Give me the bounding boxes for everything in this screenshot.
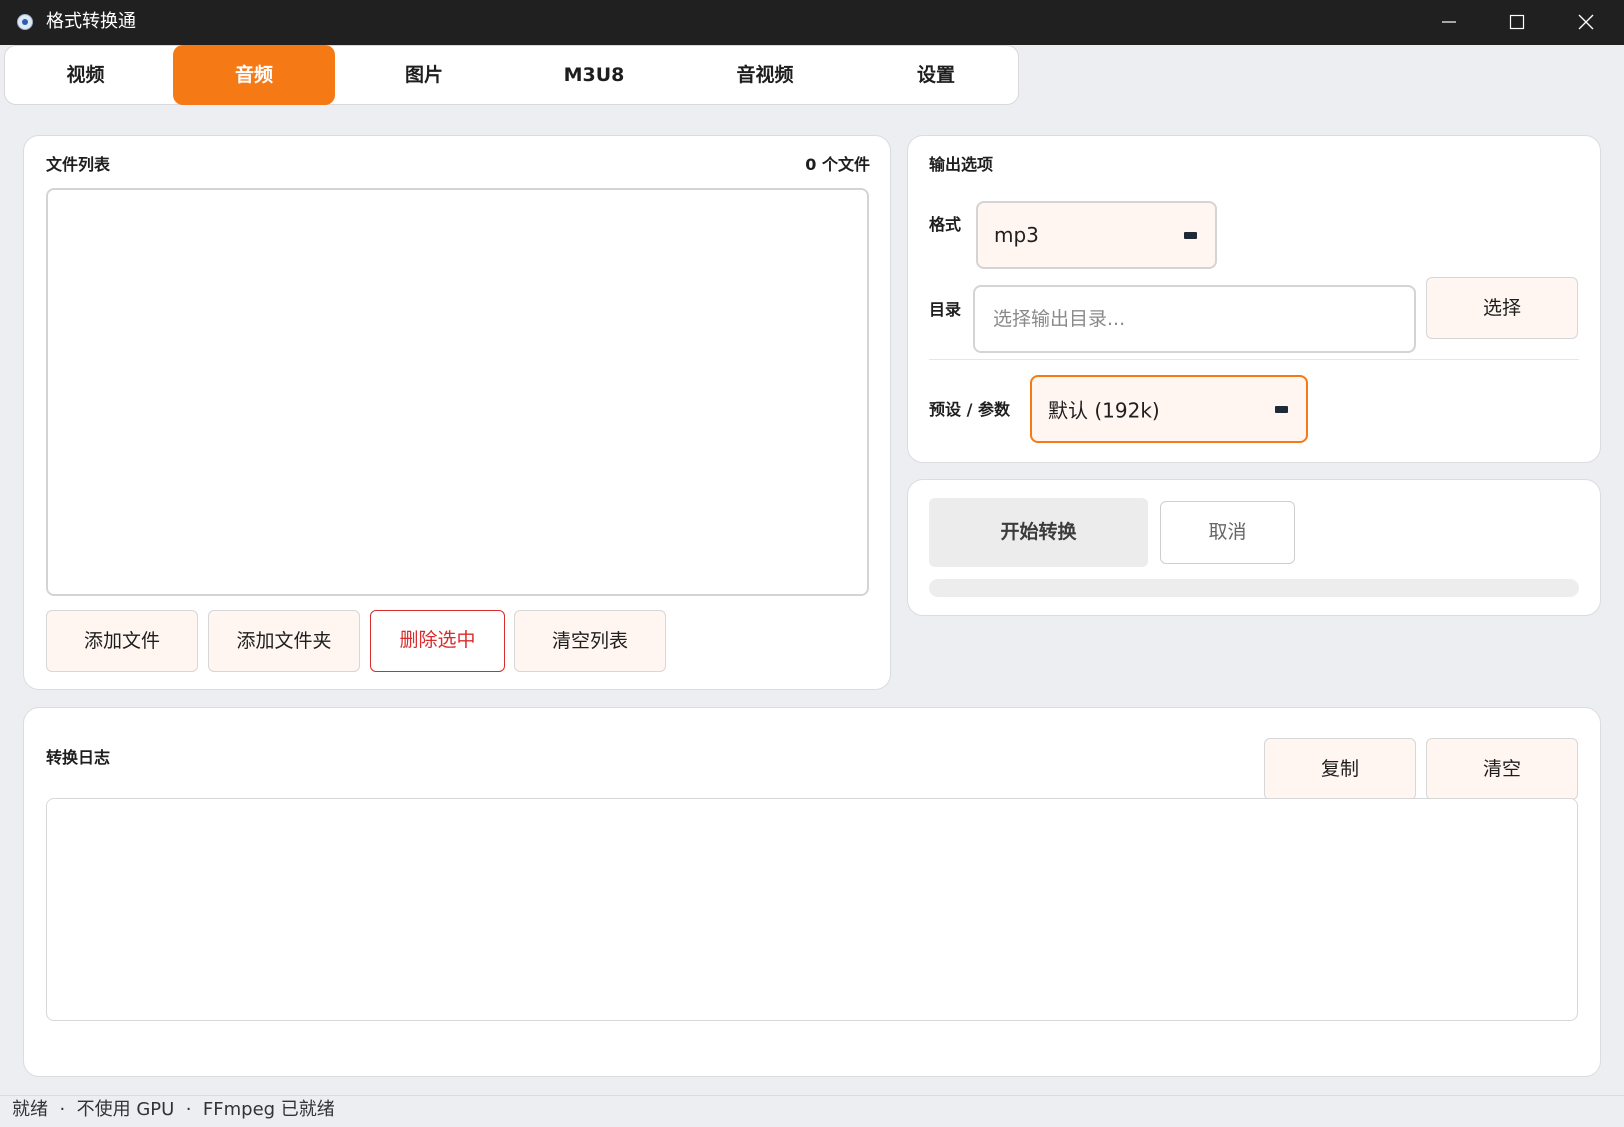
output-dir-field[interactable] [973,285,1416,353]
file-count: 0 个文件 [805,155,870,174]
chevron-down-icon [1184,232,1197,239]
maximize-button[interactable] [1484,0,1550,45]
close-button[interactable] [1553,0,1619,45]
tab-m3u8[interactable]: M3U8 [509,45,679,105]
preset-value: 默认 (192k) [1048,398,1160,423]
format-label: 格式 [929,215,962,234]
dir-label: 目录 [929,300,962,319]
close-icon [1578,14,1594,30]
app-icon [17,14,33,30]
tab-audio-video[interactable]: 音视频 [679,45,851,105]
minimize-button[interactable] [1416,0,1482,45]
status-text: 就绪 · 不使用 GPU · FFmpeg 已就绪 [12,1099,335,1120]
chevron-down-icon [1275,406,1288,413]
add-folder-button[interactable]: 添加文件夹 [208,610,360,672]
file-list-title: 文件列表 [46,155,111,174]
clear-list-button[interactable]: 清空列表 [514,610,666,672]
file-list-box[interactable] [46,188,869,596]
format-value: mp3 [994,223,1039,247]
output-options-title: 输出选项 [929,155,994,174]
preset-label: 预设 / 参数 [929,400,1010,419]
choose-dir-button[interactable]: 选择 [1426,277,1578,339]
progress-bar [929,579,1579,597]
window-title: 格式转换通 [46,11,136,32]
output-dir-input[interactable] [975,287,1414,351]
format-select[interactable]: mp3 [976,201,1217,269]
tab-video[interactable]: 视频 [4,45,167,105]
maximize-icon [1509,14,1525,30]
status-divider [0,1095,1624,1096]
divider [929,359,1579,360]
log-title: 转换日志 [46,748,111,767]
tab-image[interactable]: 图片 [339,45,509,105]
minimize-icon [1442,21,1456,23]
title-bar [0,0,1624,45]
tab-audio[interactable]: 音频 [173,45,335,105]
clear-log-button[interactable]: 清空 [1426,738,1578,800]
preset-select[interactable]: 默认 (192k) [1030,375,1308,443]
tab-settings[interactable]: 设置 [851,45,1021,105]
remove-selected-button[interactable]: 删除选中 [370,610,505,672]
copy-log-button[interactable]: 复制 [1264,738,1416,800]
log-output[interactable] [46,798,1578,1021]
add-file-button[interactable]: 添加文件 [46,610,198,672]
cancel-button[interactable]: 取消 [1160,501,1295,564]
start-convert-button[interactable]: 开始转换 [929,498,1148,567]
